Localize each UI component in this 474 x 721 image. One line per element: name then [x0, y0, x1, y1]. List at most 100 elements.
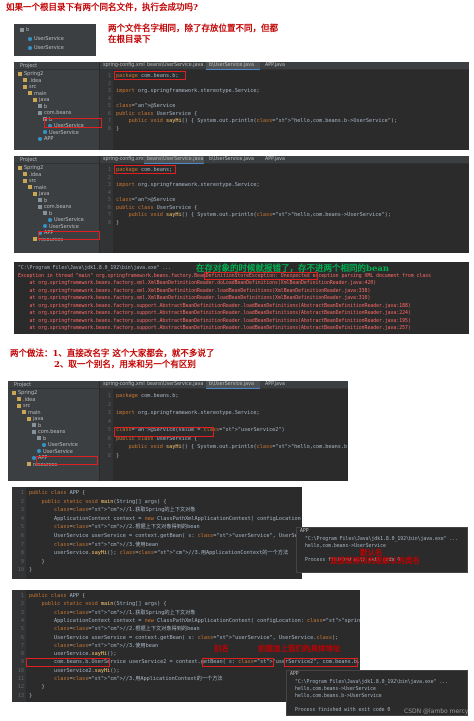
line-number: 5 [20, 626, 24, 633]
tab-spring-config[interactable]: spring-config.xml [100, 62, 145, 70]
code-line: ApplicationContext context = new ClassPa… [29, 617, 360, 624]
line-number: 7 [107, 212, 111, 218]
code-editor[interactable]: 12345678 package com.beans; import org.sp… [100, 164, 469, 253]
editor-tabs: spring-config.xml beans\UserService.java… [100, 381, 348, 389]
line-number: 5 [107, 197, 111, 203]
line-number: 1 [20, 593, 24, 599]
tab-beans-userservice[interactable]: beans\UserService.java [144, 62, 204, 70]
class-path-highlight [26, 658, 110, 667]
tab-spring-config[interactable]: spring-config.xml [100, 156, 145, 164]
run-tab-header[interactable]: APP [300, 529, 309, 535]
code-line: } [116, 452, 120, 459]
line-number: 8 [20, 550, 24, 557]
code-line: UserService userService = context.getBea… [29, 634, 339, 641]
line-number: 3 [107, 88, 111, 94]
code-line: class=class="st">"cm">//3.用ApplicationCo… [54, 676, 223, 682]
code-line: public class UserService { [116, 110, 198, 117]
editor-tabs: spring-config.xml beans\UserService.java… [100, 62, 469, 70]
small-project-tree: b UserService UserService [14, 24, 96, 56]
code-line: } [29, 558, 45, 565]
code-line: class=class="st">"cm">//1.获取Spring的上下文对象 [54, 609, 196, 616]
line-number: 4 [107, 189, 111, 196]
line-number: 4 [20, 515, 24, 522]
note-store-error: 在存对象的时候就报错了，存不进两个相同的bean [196, 264, 390, 274]
note-default-class-name: 直接取得到的是默认的类名 [330, 556, 420, 565]
code-line: public static void main(String[] args) { [41, 498, 167, 505]
code-line: } [116, 125, 120, 132]
tab-beans-userservice[interactable]: beans\UserService.java [144, 381, 204, 389]
output-line: hello,com.beans->UserService [295, 687, 376, 692]
console-line: at org.springframework.beans.factory.sup… [18, 311, 411, 316]
line-number: 2 [20, 601, 24, 608]
code-line: } [29, 684, 45, 691]
tree-row[interactable]: UserService [28, 36, 64, 43]
code-line: public class APP { [29, 490, 86, 496]
code-line: package com.beans.b; [116, 393, 179, 399]
code-line: userService2.sayHi(); [29, 667, 120, 674]
tab-b-userservice[interactable]: b\UserService.java [206, 62, 260, 70]
line-number: 8 [107, 219, 111, 226]
line-number: 8 [107, 125, 111, 132]
line-number: 6 [20, 533, 24, 539]
project-panel-header: Project [14, 156, 99, 164]
line-number: 1 [107, 73, 111, 79]
line-number: 3 [107, 182, 111, 188]
tree-row[interactable]: APP [38, 136, 53, 143]
console-line: "C:\Program Files\Java\jdk1.8.0_192\bin\… [18, 266, 172, 271]
line-number: 11 [17, 676, 24, 682]
console-line: at org.springframework.beans.factory.xml… [18, 281, 377, 286]
code-line: import org.springframework.stereotype.Se… [116, 410, 260, 416]
tab-app[interactable]: APP.java [262, 381, 290, 389]
alias-highlight [202, 658, 274, 667]
class-highlight [284, 658, 358, 667]
ide-window-alias: Project Spring2 .idea src main java b com.bean… [8, 381, 348, 481]
tab-b-userservice[interactable]: b\UserService.java [206, 156, 260, 164]
line-number: 7 [107, 444, 111, 450]
line-gutter: 12345678 [100, 70, 113, 150]
line-number: 1 [107, 393, 111, 399]
line-number: 3 [20, 609, 24, 616]
tab-beans-userservice[interactable]: beans\UserService.java [144, 156, 204, 164]
line-number: 4 [107, 95, 111, 102]
line-number: 3 [107, 410, 111, 416]
line-number: 4 [107, 418, 111, 425]
console-line: at org.springframework.beans.factory.sup… [18, 303, 411, 309]
tab-spring-config[interactable]: spring-config.xml [100, 381, 145, 389]
tree-highlight [38, 231, 100, 240]
tab-b-userservice[interactable]: b\UserService.java [206, 381, 260, 389]
line-gutter: 1 2 3 4 5 6 7 8 9 10 11 12 13 [12, 590, 26, 702]
package-highlight [114, 71, 186, 80]
annotation-highlight [114, 427, 214, 437]
editor-tabs: spring-config.xml beans\UserService.java… [100, 156, 469, 164]
line-gutter: 12345678 [100, 389, 113, 481]
tree-row[interactable]: b [20, 27, 29, 34]
line-number: 6 [107, 110, 111, 117]
tab-app[interactable]: APP.java [262, 62, 290, 70]
code-line: class=class="st">"cm">//1.获取Spring的上下文对象 [54, 507, 196, 514]
line-number: 3 [20, 507, 24, 514]
code-line: class="an">@Service [116, 197, 176, 203]
code-line: import org.springframework.stereotype.Se… [116, 88, 260, 94]
code-line: class=class="st">"cm">//3.使用bean [54, 541, 159, 548]
app-code-editor-1[interactable]: 1 2 3 4 5 6 7 8 9 10 public class APP { public st… [12, 487, 302, 579]
line-number: 5 [107, 427, 111, 433]
run-tab-header[interactable]: APP [290, 672, 299, 678]
line-number: 6 [107, 204, 111, 211]
line-number: 7 [20, 642, 24, 649]
line-number: 1 [107, 167, 111, 173]
line-number: 5 [107, 103, 111, 109]
code-line: } [116, 219, 120, 226]
code-line: public static void main(String[] args) { [41, 601, 167, 608]
tab-app[interactable]: APP.java [262, 156, 290, 164]
tree-row[interactable]: UserService [28, 45, 64, 52]
code-editor[interactable]: 12345678 package com.beans.b; import org.… [100, 70, 469, 150]
line-number: 5 [20, 524, 24, 531]
line-number: 10 [17, 567, 24, 574]
line-number: 2 [107, 401, 111, 408]
project-panel: Project Spring2 .idea src main java b com.bean… [14, 62, 100, 150]
note-two-ways: 两个做法：1、直接改名字 这个大家都会，就不多说了 2、取一个别名，用来和另一个… [10, 349, 215, 370]
line-number: 2 [107, 174, 111, 181]
watermark: CSDN @lambo mercy [404, 708, 469, 715]
line-number: 9 [20, 558, 24, 565]
code-line: ApplicationContext context = new ClassPa… [29, 515, 302, 522]
